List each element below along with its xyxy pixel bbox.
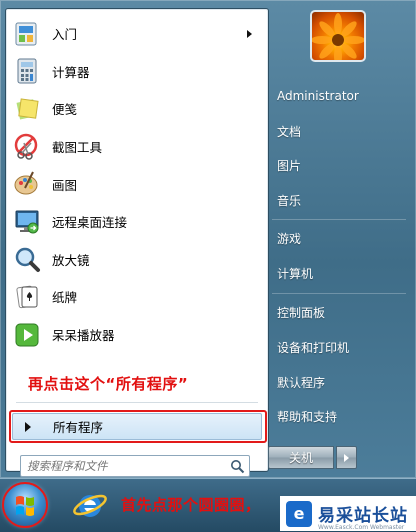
right-item-control-panel[interactable]: 控制面板 bbox=[270, 298, 410, 326]
program-label: 纸牌 bbox=[52, 290, 78, 306]
annotation-highlight-box bbox=[9, 410, 267, 443]
right-item-music[interactable]: 音乐 bbox=[270, 186, 410, 214]
search-field[interactable] bbox=[20, 455, 250, 477]
right-item-user[interactable]: Administrator bbox=[270, 82, 410, 110]
shutdown-button[interactable]: 关机 bbox=[268, 446, 334, 469]
program-label: 放大镜 bbox=[52, 252, 90, 268]
logo-name: 易采站长站 bbox=[318, 506, 408, 526]
divider bbox=[272, 293, 406, 294]
paint-icon bbox=[12, 169, 42, 199]
right-item-documents[interactable]: 文档 bbox=[270, 117, 410, 145]
program-paint[interactable]: 画图 bbox=[6, 165, 268, 203]
right-item-computer[interactable]: 计算机 bbox=[270, 259, 410, 287]
divider bbox=[16, 402, 258, 403]
logo-url: Www.Easck.Com Webmaster bbox=[318, 524, 405, 531]
annotation-circle bbox=[2, 482, 48, 528]
search-icon[interactable] bbox=[230, 459, 245, 474]
right-item-pictures[interactable]: 图片 bbox=[270, 151, 410, 179]
logo-e-icon: e bbox=[286, 500, 312, 527]
program-getting-started[interactable]: 入门 bbox=[6, 15, 268, 53]
program-magnifier[interactable]: 放大镜 bbox=[6, 241, 268, 279]
program-label: 便笺 bbox=[52, 102, 78, 118]
getting-started-icon bbox=[12, 19, 42, 49]
start-menu: 入门 计算器 便笺 截图工具 画图 远程桌面连接 放大镜 纸牌 呆呆播放器 再点… bbox=[0, 0, 416, 478]
program-label: 入门 bbox=[52, 27, 78, 43]
right-item-devices-printers[interactable]: 设备和打印机 bbox=[270, 333, 410, 361]
program-snipping-tool[interactable]: 截图工具 bbox=[6, 128, 268, 166]
search-input[interactable] bbox=[27, 458, 223, 474]
calculator-icon bbox=[12, 56, 42, 86]
user-picture[interactable] bbox=[310, 10, 366, 62]
program-media-player[interactable]: 呆呆播放器 bbox=[6, 316, 268, 354]
program-label: 呆呆播放器 bbox=[52, 328, 115, 344]
shutdown-options-button[interactable] bbox=[336, 446, 357, 469]
chevron-right-icon bbox=[344, 453, 349, 462]
snipping-tool-icon bbox=[12, 132, 42, 162]
sticky-notes-icon bbox=[12, 94, 42, 124]
program-label: 截图工具 bbox=[52, 140, 103, 156]
magnifier-icon bbox=[12, 244, 42, 274]
right-item-games[interactable]: 游戏 bbox=[270, 224, 410, 252]
annotation-click-start-orb: 首先点那个圆圈圈， bbox=[121, 496, 261, 514]
program-sticky-notes[interactable]: 便笺 bbox=[6, 90, 268, 128]
program-calculator[interactable]: 计算器 bbox=[6, 53, 268, 91]
right-item-default-programs[interactable]: 默认程序 bbox=[270, 368, 410, 396]
program-label: 计算器 bbox=[52, 64, 90, 80]
annotation-click-all-programs: 再点击这个“所有程序” bbox=[28, 375, 189, 393]
media-player-icon bbox=[12, 320, 42, 350]
programs-pane: 入门 计算器 便笺 截图工具 画图 远程桌面连接 放大镜 纸牌 呆呆播放器 再点… bbox=[5, 8, 269, 477]
program-remote-desktop[interactable]: 远程桌面连接 bbox=[6, 203, 268, 241]
solitaire-icon bbox=[12, 282, 42, 312]
submenu-arrow-icon[interactable] bbox=[247, 29, 252, 38]
divider bbox=[272, 219, 406, 220]
program-solitaire[interactable]: 纸牌 bbox=[6, 278, 268, 316]
program-label: 画图 bbox=[52, 177, 78, 193]
pinned-program-list: 入门 计算器 便笺 截图工具 画图 远程桌面连接 放大镜 纸牌 呆呆播放器 bbox=[6, 15, 268, 353]
flower-icon bbox=[312, 13, 364, 60]
internet-explorer-icon[interactable] bbox=[72, 487, 108, 523]
right-item-help-support[interactable]: 帮助和支持 bbox=[270, 402, 410, 430]
remote-desktop-icon bbox=[12, 207, 42, 237]
program-label: 远程桌面连接 bbox=[52, 215, 128, 231]
